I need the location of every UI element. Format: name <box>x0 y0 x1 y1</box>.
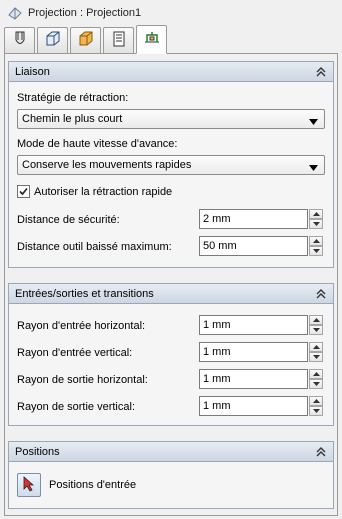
passes-icon <box>111 30 127 51</box>
retract-strategy-label: Stratégie de rétraction: <box>17 92 129 104</box>
safe-distance-input[interactable]: 2 mm <box>199 209 309 229</box>
cursor-arrow-icon <box>22 475 36 495</box>
positions-header[interactable]: Positions <box>9 442 333 462</box>
chevron-down-icon <box>309 116 318 128</box>
entry-vertical-input[interactable]: 1 mm <box>199 342 309 362</box>
exit-horizontal-label: Rayon de sortie horizontal: <box>17 374 148 386</box>
section-title: Positions <box>15 445 60 458</box>
exit-vertical-stepper: 1 mm <box>199 396 323 416</box>
section-title: Liaison <box>15 65 50 78</box>
spin-up-button[interactable] <box>309 315 323 325</box>
liaison-header[interactable]: Liaison <box>9 62 333 82</box>
collapse-icon[interactable] <box>315 446 327 458</box>
spin-down-button[interactable] <box>309 406 323 416</box>
tab-geometry[interactable] <box>70 27 101 53</box>
entry-horizontal-input[interactable]: 1 mm <box>199 315 309 335</box>
spin-down-button[interactable] <box>309 219 323 229</box>
tool-icon <box>12 30 28 51</box>
exit-horizontal-stepper: 1 mm <box>199 369 323 389</box>
exit-horizontal-input[interactable]: 1 mm <box>199 369 309 389</box>
chevron-down-icon <box>309 162 318 174</box>
stock-box-icon <box>44 30 62 51</box>
feed-mode-dropdown[interactable]: Conserve les mouvements rapides <box>17 155 325 175</box>
liaison-section: Liaison Stratégie de rétraction: Chemin … <box>8 61 334 268</box>
section-title: Entrées/sorties et transitions <box>15 287 154 300</box>
retract-strategy-dropdown[interactable]: Chemin le plus court <box>17 109 325 129</box>
collapse-icon[interactable] <box>315 288 327 300</box>
geometry-box-icon <box>77 30 95 51</box>
entry-vertical-label: Rayon d'entrée vertical: <box>17 347 133 359</box>
entry-positions-item: Positions d'entrée <box>17 473 136 497</box>
transitions-section: Entrées/sorties et transitions Rayon d'e… <box>8 283 334 426</box>
spin-down-button[interactable] <box>309 352 323 362</box>
spin-up-button[interactable] <box>309 209 323 219</box>
entry-horizontal-stepper: 1 mm <box>199 315 323 335</box>
quick-retract-row: Autoriser la rétraction rapide <box>17 185 172 198</box>
spin-up-button[interactable] <box>309 236 323 246</box>
lowered-distance-input[interactable]: 50 mm <box>199 236 309 256</box>
spin-down-button[interactable] <box>309 325 323 335</box>
spin-up-button[interactable] <box>309 396 323 406</box>
spin-down-button[interactable] <box>309 246 323 256</box>
title-bar: Projection : Projection1 <box>0 0 342 26</box>
lowered-distance-stepper: 50 mm <box>199 236 323 256</box>
safe-distance-label: Distance de sécurité: <box>17 214 120 226</box>
collapse-icon[interactable] <box>315 66 327 78</box>
retract-strategy-value: Chemin le plus court <box>22 113 123 125</box>
tab-passes[interactable] <box>103 27 134 53</box>
linking-icon <box>143 29 161 50</box>
quick-retract-label: Autoriser la rétraction rapide <box>34 185 173 198</box>
lowered-distance-label: Distance outil baissé maximum: <box>17 241 172 253</box>
positions-section: Positions Positions d'entrée <box>8 441 334 509</box>
exit-vertical-input[interactable]: 1 mm <box>199 396 309 416</box>
feed-mode-label: Mode de haute vitesse d'avance: <box>17 138 178 150</box>
tab-stock[interactable] <box>37 27 68 53</box>
spin-up-button[interactable] <box>309 369 323 379</box>
entry-positions-button[interactable] <box>17 473 41 497</box>
quick-retract-checkbox[interactable] <box>17 185 30 198</box>
tab-linking[interactable] <box>136 25 167 54</box>
entry-horizontal-label: Rayon d'entrée horizontal: <box>17 320 146 332</box>
entry-vertical-stepper: 1 mm <box>199 342 323 362</box>
exit-vertical-label: Rayon de sortie vertical: <box>17 401 135 413</box>
tab-tool[interactable] <box>4 27 35 53</box>
entry-positions-label: Positions d'entrée <box>49 479 137 491</box>
projection-icon <box>6 4 24 22</box>
transitions-header[interactable]: Entrées/sorties et transitions <box>9 284 333 304</box>
spin-up-button[interactable] <box>309 342 323 352</box>
tab-strip <box>4 24 338 54</box>
feed-mode-value: Conserve les mouvements rapides <box>22 159 192 171</box>
spin-down-button[interactable] <box>309 379 323 389</box>
window-title: Projection : Projection1 <box>28 7 142 19</box>
safe-distance-stepper: 2 mm <box>199 209 323 229</box>
